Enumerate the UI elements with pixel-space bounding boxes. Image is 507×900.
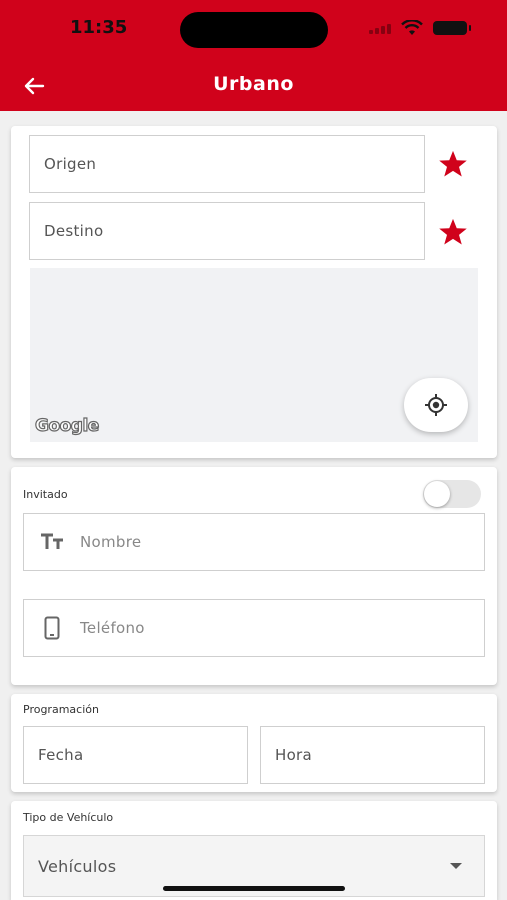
route-card: Origen Destino Google — [11, 126, 497, 458]
origin-field[interactable]: Origen — [29, 135, 425, 193]
phone-placeholder: Teléfono — [80, 619, 145, 637]
my-location-button[interactable] — [404, 378, 468, 432]
origin-placeholder: Origen — [44, 155, 97, 173]
status-time: 11:35 — [70, 17, 128, 38]
guest-toggle[interactable] — [423, 480, 481, 508]
my-location-icon — [425, 394, 447, 416]
dynamic-island — [180, 12, 328, 48]
vehicle-selected: Vehículos — [38, 856, 117, 876]
wifi-icon — [401, 20, 423, 35]
name-placeholder: Nombre — [80, 533, 142, 551]
destination-field[interactable]: Destino — [29, 202, 425, 260]
google-logo: Google — [34, 415, 100, 436]
status-icons — [369, 20, 471, 36]
destination-placeholder: Destino — [44, 222, 104, 240]
dropdown-arrow-icon — [450, 863, 462, 869]
date-placeholder: Fecha — [38, 746, 84, 764]
schedule-label: Programación — [23, 703, 99, 716]
time-placeholder: Hora — [275, 746, 313, 764]
phone-field[interactable]: Teléfono — [23, 599, 485, 657]
star-icon[interactable] — [438, 149, 468, 179]
date-field[interactable]: Fecha — [23, 726, 248, 784]
page-title: Urbano — [213, 73, 294, 95]
battery-icon — [433, 21, 471, 35]
vehicle-label: Tipo de Vehículo — [23, 811, 114, 824]
time-field[interactable]: Hora — [260, 726, 485, 784]
signal-icon — [369, 22, 391, 34]
text-format-icon — [41, 533, 63, 549]
home-indicator — [163, 886, 345, 891]
star-icon[interactable] — [438, 217, 468, 247]
app-header: 11:35 Urbano — [0, 0, 507, 111]
map-view[interactable]: Google — [30, 268, 478, 442]
schedule-card: Programación Fecha Hora — [11, 694, 497, 792]
guest-label: Invitado — [23, 488, 68, 501]
guest-card: Invitado Nombre Teléfono — [11, 467, 497, 685]
phone-icon — [44, 616, 60, 640]
name-field[interactable]: Nombre — [23, 513, 485, 571]
